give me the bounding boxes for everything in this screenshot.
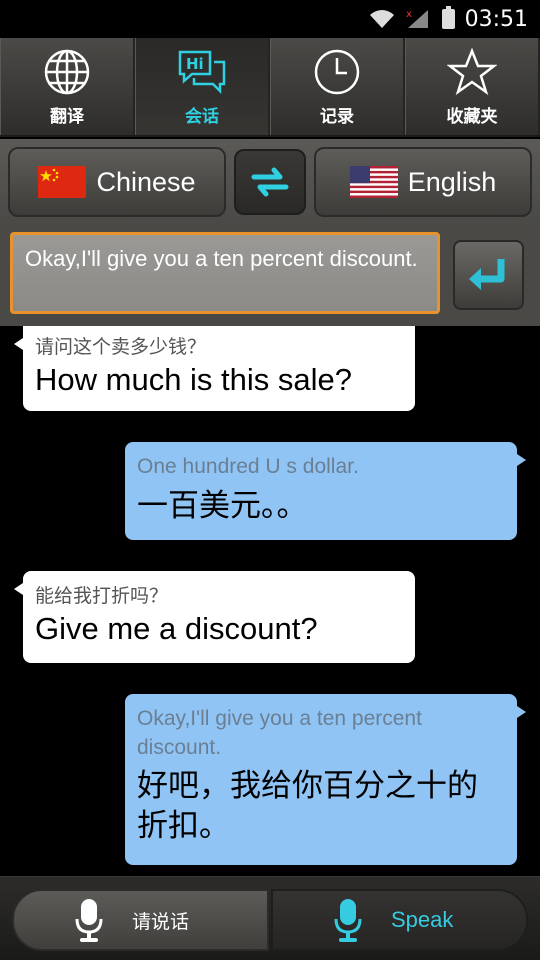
tab-label: 记录	[320, 107, 354, 127]
speak-english-label: Speak	[391, 907, 454, 932]
message-bubble[interactable]: One hundred U s dollar. 一百美元。。	[125, 442, 526, 540]
enter-arrow-icon	[468, 259, 504, 290]
message-bubble[interactable]: 请问这个卖多少钱？ How much is this sale?	[14, 326, 415, 411]
microphone-icon	[75, 899, 103, 942]
text-input[interactable]: Okay,I'll give you a ten percent discoun…	[10, 232, 440, 314]
message-bubble[interactable]: 能给我打折吗？ Give me a discount?	[14, 571, 415, 663]
tab-label: 翻译	[50, 107, 84, 127]
china-flag-icon	[38, 166, 87, 198]
star-icon	[446, 46, 498, 98]
enter-button[interactable]	[453, 240, 524, 310]
message-translation: How much is this sale?	[35, 362, 353, 397]
message-source: 请问这个卖多少钱？	[35, 336, 207, 358]
bottom-bar: 请说话 Speak	[0, 876, 540, 960]
message-source: Okay,I'll give you a ten percent discoun…	[137, 707, 422, 759]
message-source: 能给我打折吗？	[35, 585, 169, 607]
usa-flag-icon	[349, 166, 398, 198]
input-area: Okay,I'll give you a ten percent discoun…	[0, 225, 540, 326]
battery-icon	[441, 6, 455, 29]
message-source: One hundred U s dollar.	[137, 455, 359, 478]
swap-languages-button[interactable]	[234, 149, 306, 215]
status-bar: x 03:51	[0, 0, 540, 38]
source-language-label: Chinese	[96, 166, 196, 197]
target-language-label: English	[407, 166, 497, 197]
tab-conversation[interactable]: Hi 会话	[135, 38, 270, 135]
tab-translate[interactable]: 翻译	[0, 38, 135, 135]
signal-icon: x	[406, 9, 428, 28]
tab-bar: 翻译 Hi 会话 记录 收藏夹	[0, 38, 540, 137]
message-translation: 好吧，我给你百分之十的折扣。	[137, 768, 478, 844]
tab-label: 收藏夹	[446, 107, 498, 127]
wifi-icon	[369, 10, 394, 28]
globe-icon	[41, 46, 93, 98]
tab-favorites[interactable]: 收藏夹	[405, 38, 540, 135]
message-translation: 一百美元。。	[137, 488, 308, 524]
speak-english-button[interactable]: Speak	[271, 889, 528, 951]
status-time: 03:51	[464, 6, 528, 32]
swap-arrows-icon	[251, 167, 289, 197]
target-language-button[interactable]: English	[314, 147, 532, 217]
svg-text:x: x	[406, 9, 412, 20]
clock-icon	[311, 46, 363, 98]
chat-hi-icon: Hi	[176, 46, 228, 98]
message-bubble[interactable]: Okay,I'll give you a ten percent discoun…	[125, 694, 526, 865]
speak-chinese-label: 请说话	[132, 910, 190, 933]
speak-chinese-button[interactable]: 请说话	[12, 889, 269, 951]
tab-history[interactable]: 记录	[270, 38, 405, 135]
microphone-icon	[334, 899, 362, 942]
language-bar: Chinese English	[0, 139, 540, 225]
tab-label: 会话	[185, 107, 219, 127]
message-translation: Give me a discount?	[35, 611, 318, 646]
chat-icon-text: Hi	[186, 55, 204, 73]
source-language-button[interactable]: Chinese	[8, 147, 226, 217]
conversation-list[interactable]: 请问这个卖多少钱？ How much is this sale? One hun…	[0, 326, 540, 876]
